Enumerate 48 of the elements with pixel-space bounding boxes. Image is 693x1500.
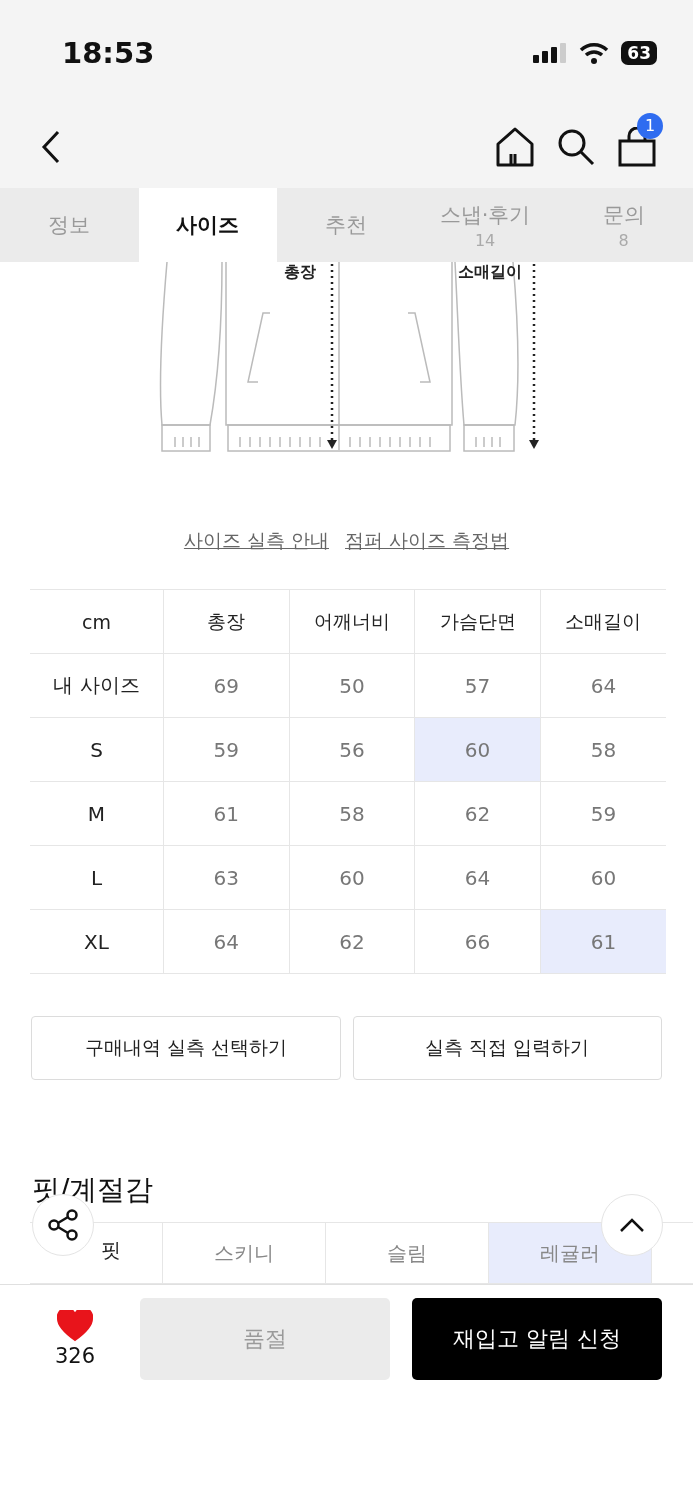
section-title: 핏/계절감 — [32, 1172, 155, 1208]
measure-label: 총장 — [284, 262, 316, 281]
guide-link[interactable]: 사이즈 실측 안내 — [183, 528, 329, 558]
column-header: 어깨너비 — [289, 589, 415, 654]
restock-alert-button[interactable]: 재입고 알림 신청 — [412, 1297, 662, 1380]
table-cell: 60 — [414, 717, 541, 782]
tab[interactable]: 사이즈 — [138, 188, 278, 262]
status-time: 18:53 — [62, 35, 155, 70]
measure-label: 소매길이 — [458, 262, 522, 281]
like-count: 326 — [54, 1343, 96, 1368]
back-icon[interactable] — [40, 129, 62, 164]
table-cell: 61 — [540, 909, 666, 974]
row-header: 내 사이즈 — [30, 653, 164, 718]
table-cell: 57 — [414, 653, 541, 718]
heart-icon[interactable] — [57, 1309, 93, 1342]
table-cell: 64 — [163, 909, 290, 974]
row-header: L — [30, 845, 164, 910]
table-cell: 64 — [414, 845, 541, 910]
home-icon[interactable] — [495, 125, 535, 168]
row-header: M — [30, 781, 164, 846]
size-input-button[interactable]: 실측 직접 입력하기 — [352, 1016, 662, 1080]
column-header: 소매길이 — [540, 589, 666, 654]
fit-option: 스키니 — [163, 1223, 326, 1283]
table-cell: 62 — [414, 781, 541, 846]
wifi-icon — [579, 41, 610, 64]
table-cell: 69 — [163, 653, 290, 718]
signal-icon — [533, 42, 568, 63]
table-cell: 60 — [289, 845, 415, 910]
column-header: 가슴단면 — [414, 589, 541, 654]
battery-indicator: 63 — [621, 40, 657, 65]
guide-link[interactable]: 점퍼 사이즈 측정법 — [345, 528, 510, 558]
column-header: 총장 — [163, 589, 290, 654]
table-cell: 62 — [289, 909, 415, 974]
table-cell: 59 — [163, 717, 290, 782]
search-icon[interactable] — [557, 127, 595, 166]
size-input-button[interactable]: 구매내역 실측 선택하기 — [31, 1016, 341, 1080]
table-cell: 61 — [163, 781, 290, 846]
cart-count-badge: 1 — [637, 112, 663, 139]
row-header: S — [30, 717, 164, 782]
table-cell: 56 — [289, 717, 415, 782]
table-cell: 66 — [414, 909, 541, 974]
column-header: cm — [30, 589, 164, 654]
chevron-up-icon — [619, 1217, 645, 1233]
table-cell: 50 — [289, 653, 415, 718]
share-icon — [46, 1208, 80, 1242]
row-header: XL — [30, 909, 164, 974]
table-cell: 58 — [289, 781, 415, 846]
table-cell: 63 — [163, 845, 290, 910]
